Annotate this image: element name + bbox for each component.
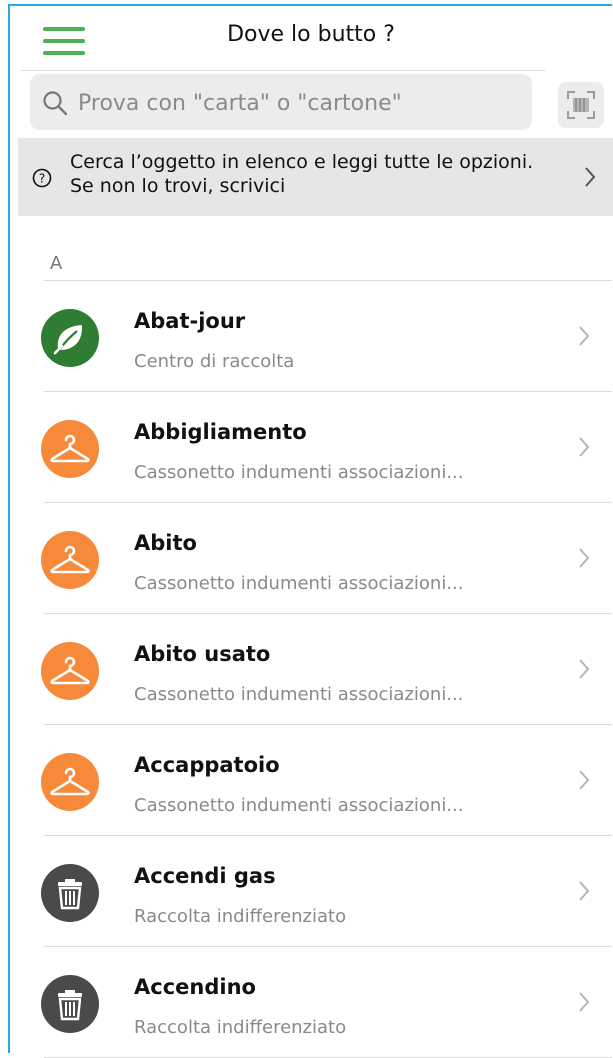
category-avatar <box>41 864 99 922</box>
item-title: Abito usato <box>134 642 271 666</box>
item-subtitle: Raccolta indifferenziato <box>134 906 347 927</box>
category-avatar <box>41 531 99 589</box>
item-title: Accendino <box>134 975 256 999</box>
app-screen: Dove lo butto ? ? Cerca l’oggetto in ele… <box>8 4 613 1058</box>
info-banner-text: Cerca l’oggetto in elenco e leggi tutte … <box>70 151 534 197</box>
item-subtitle: Cassonetto indumenti associazioni... <box>134 795 464 816</box>
item-subtitle: Cassonetto indumenti associazioni... <box>134 462 464 483</box>
chevron-right-icon <box>578 436 590 462</box>
category-avatar <box>41 975 99 1033</box>
item-title: Abito <box>134 531 197 555</box>
list-item[interactable]: Abito usato Cassonetto indumenti associa… <box>10 614 612 724</box>
item-title: Abbigliamento <box>134 420 307 444</box>
info-banner[interactable]: ? Cerca l’oggetto in elenco e leggi tutt… <box>18 138 613 216</box>
question-circle-icon: ? <box>32 168 52 188</box>
scan-button[interactable] <box>558 82 604 128</box>
category-avatar <box>41 642 99 700</box>
section-header: A <box>50 253 63 274</box>
list-item[interactable]: Accappatoio Cassonetto indumenti associa… <box>10 725 612 835</box>
item-title: Accappatoio <box>134 753 280 777</box>
page-title: Dove lo butto ? <box>227 22 395 47</box>
search-icon <box>43 91 68 116</box>
list-item[interactable]: Abbigliamento Cassonetto indumenti assoc… <box>10 392 612 502</box>
header-divider <box>20 70 546 71</box>
item-subtitle: Raccolta indifferenziato <box>134 1017 347 1038</box>
item-title: Accendi gas <box>134 864 276 888</box>
list-item[interactable]: Abito Cassonetto indumenti associazioni.… <box>10 503 612 613</box>
category-avatar <box>41 309 99 367</box>
search-input[interactable] <box>76 84 520 122</box>
item-subtitle: Centro di raccolta <box>134 351 295 372</box>
item-title: Abat-jour <box>134 309 246 333</box>
app-header: Dove lo butto ? <box>10 6 612 72</box>
chevron-right-icon <box>585 167 596 187</box>
barcode-scan-icon <box>567 91 595 119</box>
search-bar[interactable] <box>30 74 532 130</box>
chevron-right-icon <box>578 547 590 573</box>
category-avatar <box>41 420 99 478</box>
chevron-right-icon <box>578 769 590 795</box>
chevron-right-icon <box>578 991 590 1017</box>
chevron-right-icon <box>578 325 590 351</box>
item-subtitle: Cassonetto indumenti associazioni... <box>134 684 464 705</box>
item-subtitle: Cassonetto indumenti associazioni... <box>134 573 464 594</box>
category-avatar <box>41 753 99 811</box>
chevron-right-icon <box>578 880 590 906</box>
list-item[interactable]: Accendino Raccolta indifferenziato <box>10 947 612 1057</box>
list-item[interactable]: Abat-jour Centro di raccolta <box>10 281 612 391</box>
chevron-right-icon <box>578 658 590 684</box>
svg-text:?: ? <box>39 172 45 186</box>
list-item[interactable]: Accendi gas Raccolta indifferenziato <box>10 836 612 946</box>
